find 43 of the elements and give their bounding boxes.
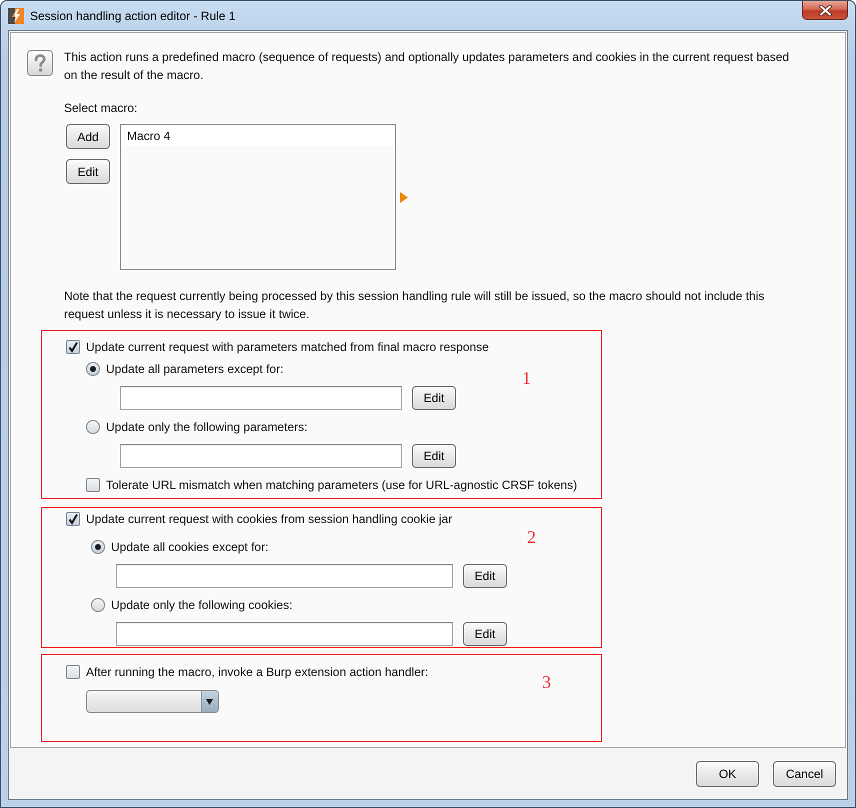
cancel-button[interactable]: Cancel (773, 761, 836, 787)
radio-button[interactable] (86, 362, 100, 376)
caret-icon (201, 691, 218, 712)
input-field[interactable] (120, 386, 402, 410)
window-title: Session handling action editor - Rule 1 (30, 8, 236, 22)
annotation-number: 2 (527, 527, 536, 547)
input-field[interactable] (120, 444, 402, 468)
radio-button[interactable] (86, 420, 100, 434)
checkbox-label[interactable]: After running the macro, invoke a Burp extension action handler: (86, 664, 428, 680)
input-field[interactable] (116, 622, 453, 646)
checkbox[interactable] (66, 512, 80, 526)
note-text: Note that the request currently being processed by this session handling rule will still be issued, so the macro should not include this request unless it is necessary to issue it twice. (64, 288, 766, 323)
edit-button[interactable]: Edit (412, 386, 456, 410)
lightning-icon (8, 8, 24, 24)
annotation-number: 3 (542, 672, 551, 692)
checkbox-label[interactable]: Update current request with cookies from session handling cookie jar (86, 511, 452, 527)
checkbox[interactable] (66, 340, 80, 354)
select-macro-label: Select macro: (64, 100, 138, 117)
radio-label[interactable]: Update all cookies except for: (111, 539, 268, 555)
close-button[interactable] (802, 1, 848, 20)
input-field[interactable] (116, 564, 453, 588)
close-icon (818, 4, 832, 16)
edit-button[interactable]: Edit (66, 159, 110, 184)
checkbox[interactable] (86, 478, 100, 492)
checkbox-label[interactable]: Update current request with parameters matched from final macro response (86, 339, 489, 355)
checkbox-label[interactable]: Tolerate URL mismatch when matching parameters (use for URL-agnostic CRSF tokens) (106, 477, 578, 493)
checkbox[interactable] (66, 665, 80, 679)
help-icon (27, 50, 53, 76)
radio-label[interactable]: Update all parameters except for: (106, 361, 284, 377)
radio-label[interactable]: Update only the following parameters: (106, 419, 308, 435)
annotation-number: 1 (522, 368, 531, 388)
edit-button[interactable]: Edit (463, 564, 507, 588)
description-text: This action runs a predefined macro (sequence of requests) and optionally updates parameters and cookies in the current request based on the result of the macro. (64, 49, 790, 84)
macro-list-item[interactable]: Macro 4 (122, 126, 394, 146)
radio-button[interactable] (91, 540, 105, 554)
edit-button[interactable]: Edit (463, 622, 507, 646)
dropdown[interactable] (86, 690, 219, 713)
caret-icon (400, 192, 408, 202)
ok-button[interactable]: OK (696, 761, 759, 787)
add-button[interactable]: Add (66, 124, 110, 149)
radio-label[interactable]: Update only the following cookies: (111, 597, 292, 613)
edit-button[interactable]: Edit (412, 444, 456, 468)
radio-button[interactable] (91, 598, 105, 612)
